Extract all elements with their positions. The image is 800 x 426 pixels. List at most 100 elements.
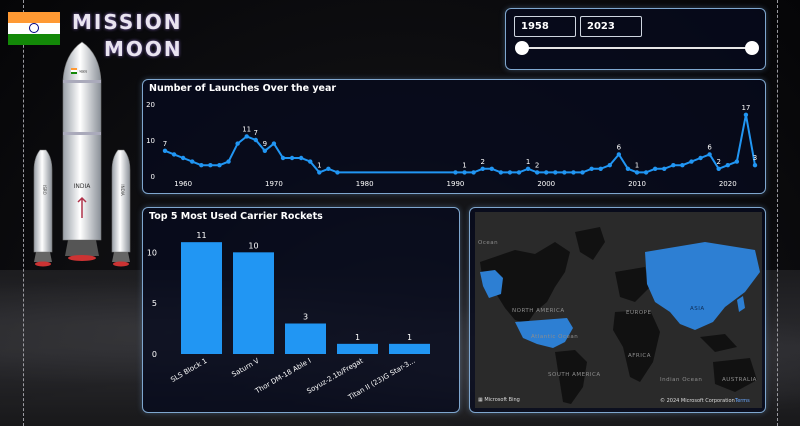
- launches-data-label: 2: [535, 161, 539, 169]
- launches-data-point: [598, 166, 603, 171]
- map-label-indian: Indian Ocean: [660, 377, 703, 383]
- line-xtick-label: 1990: [447, 180, 465, 188]
- launches-data-label: 1: [635, 161, 639, 169]
- map-region-usa[interactable]: [515, 318, 573, 348]
- rockets-chart-panel: Top 5 Most Used Carrier Rockets 0 5 10 11 SL…: [142, 207, 460, 413]
- map-label-atlantic: Atlantic Ocean: [531, 334, 579, 340]
- launches-data-point: [643, 170, 649, 175]
- launches-data-point: [680, 163, 685, 168]
- launches-data-point: [562, 170, 567, 175]
- launches-data-point: [335, 170, 340, 175]
- line-ytick-label: 10: [146, 137, 155, 145]
- launches-data-label: 1: [462, 161, 466, 169]
- line-xtick-label: 2010: [628, 180, 646, 188]
- launches-data-point: [607, 163, 612, 168]
- launches-data-point: [171, 152, 177, 157]
- launches-data-point: [671, 163, 676, 168]
- launches-data-point: [534, 170, 540, 175]
- launches-data-point: [253, 137, 258, 143]
- launches-data-point: [544, 170, 549, 175]
- rocket-category-label: Saturn V: [230, 357, 260, 379]
- launches-data-label: 6: [707, 143, 712, 151]
- launches-data-point: [480, 166, 485, 171]
- launches-data-point: [752, 163, 758, 168]
- launches-data-point: [280, 155, 286, 161]
- launches-data-point: [625, 166, 631, 171]
- rocket-category-label: SLS Block 1: [169, 357, 208, 384]
- launches-data-label: 9: [263, 140, 267, 148]
- launches-data-label: 7: [254, 129, 258, 137]
- bar-ytick-label: 10: [147, 248, 157, 257]
- launches-line-chart: 010201960 1970 1980 1990 2000 2010 2020711 791 1…: [146, 101, 758, 188]
- rocket-bar-value-label: 10: [248, 241, 258, 250]
- year-slider-start-handle[interactable]: [515, 41, 529, 55]
- line-xtick-label: 1970: [265, 180, 283, 188]
- launches-data-label: 2: [480, 158, 484, 166]
- line-ytick-label: 0: [151, 173, 155, 181]
- launches-data-point: [698, 155, 703, 161]
- launches-data-point: [580, 170, 585, 175]
- rocket-body-text: INDIA: [74, 183, 92, 190]
- launches-data-point: [743, 112, 749, 117]
- launches-data-point: [162, 148, 168, 153]
- launches-data-point: [317, 170, 322, 175]
- launches-data-label: 3: [753, 154, 757, 162]
- launches-data-point: [262, 148, 268, 153]
- launches-data-point: [289, 155, 295, 161]
- launches-data-point: [734, 159, 740, 164]
- launches-data-point: [553, 170, 558, 175]
- launches-data-point: [180, 155, 186, 161]
- end-year-input[interactable]: 2023: [580, 16, 642, 37]
- launches-data-point: [725, 163, 730, 168]
- launches-data-point: [707, 152, 712, 157]
- launches-data-label: 2: [716, 158, 720, 166]
- launches-data-point: [226, 159, 231, 164]
- launches-chart-panel: Number of Launches Over the year 0 10 20 19…: [142, 79, 766, 194]
- launches-data-label: 17: [741, 104, 750, 112]
- rocket-illustration: भारत INDIA ISRO INDIA: [33, 41, 131, 267]
- rocket-bar-value-label: 11: [196, 231, 206, 240]
- map-label-asia: ASIA: [690, 306, 705, 312]
- launches-data-point: [689, 159, 694, 164]
- rocket-bar-value-label: 3: [303, 313, 308, 322]
- year-slider-end-handle[interactable]: [745, 41, 759, 55]
- map-label-south-america: SOUTH AMERICA: [548, 372, 601, 378]
- map-label-ocean-top: Ocean: [478, 240, 499, 246]
- rocket-booster-left-text: ISRO: [42, 185, 47, 195]
- launches-data-point: [652, 166, 658, 171]
- launches-data-point: [235, 141, 240, 146]
- rocket-bar: [285, 323, 326, 354]
- launches-data-point: [462, 170, 467, 175]
- rocket-bar-value-label: 1: [407, 333, 412, 342]
- rocket-bar: [337, 343, 378, 354]
- map-terms-link[interactable]: Terms: [735, 398, 750, 404]
- launches-series-line: [164, 114, 756, 174]
- launches-data-point: [271, 141, 277, 146]
- launches-data-label: 1: [317, 161, 321, 169]
- launches-data-point: [662, 166, 667, 171]
- start-year-input[interactable]: 1958: [514, 16, 576, 37]
- map-label-australia: AUSTRALIA: [722, 377, 757, 383]
- rockets-bar-chart: 051011SLS Block 110Saturn V3Thor DM-18 A…: [147, 231, 430, 402]
- launches-data-point: [453, 170, 458, 175]
- map-label-north-america: NORTH AMERICA: [512, 308, 565, 314]
- line-xtick-label: 1960: [174, 180, 192, 188]
- launches-data-point: [716, 166, 721, 171]
- line-xtick-label: 1980: [356, 180, 374, 188]
- year-slider-track[interactable]: [522, 47, 752, 49]
- rocket-bar: [181, 242, 222, 354]
- rocket-flag-text: भारत: [79, 69, 87, 74]
- launches-data-point: [471, 170, 476, 175]
- map-region-japan[interactable]: [737, 296, 745, 312]
- launches-data-point: [326, 166, 331, 171]
- rocket-bar: [389, 343, 430, 354]
- rocket-booster-right-text: INDIA: [120, 184, 125, 195]
- launches-data-label: 1: [526, 158, 530, 166]
- launches-data-label: 6: [617, 143, 622, 151]
- rocket-bar-value-label: 1: [355, 333, 360, 342]
- launches-data-point: [571, 170, 576, 175]
- bar-ytick-label: 0: [152, 350, 157, 359]
- launches-data-point: [634, 170, 640, 175]
- line-xtick-label: 2020: [719, 180, 737, 188]
- map-region-asia[interactable]: [645, 242, 760, 330]
